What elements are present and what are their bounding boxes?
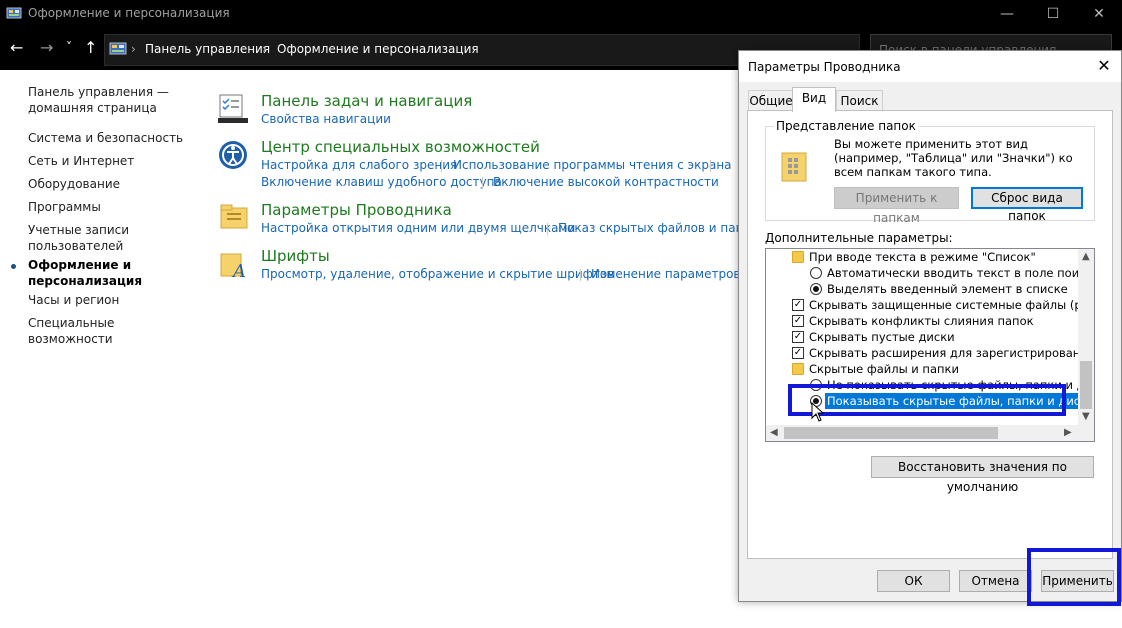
link-high-contrast[interactable]: Включение высокой контрастности (493, 175, 719, 189)
horizontal-scrollbar[interactable]: ◀ ▶ (766, 425, 1094, 441)
link-separator (482, 177, 483, 189)
close-window-button[interactable]: ✕ (1076, 0, 1122, 28)
tab-general[interactable]: Общие (748, 90, 794, 111)
folder-icon (792, 251, 804, 263)
explorer-options-icon (219, 202, 251, 234)
scroll-down-arrow-icon[interactable]: ▼ (1082, 411, 1090, 422)
breadcrumb-separator: › (262, 42, 267, 56)
link-sticky-keys[interactable]: Включение клавиш удобного доступа (261, 175, 502, 189)
checkbox[interactable]: ✓ (792, 331, 804, 343)
link-manage-fonts[interactable]: Просмотр, удаление, отображение и скрыти… (261, 267, 614, 281)
folder-views-legend: Представление папок (774, 119, 918, 133)
sidebar: Панель управления — домашняя страница Си… (0, 70, 200, 628)
checkbox[interactable]: ✓ (792, 299, 804, 311)
apply-to-folders-button[interactable]: Применить к папкам (834, 187, 959, 225)
ok-button[interactable]: ОК (877, 570, 950, 592)
advanced-settings-label: Дополнительные параметры: (765, 231, 953, 245)
sidebar-item-hardware[interactable]: Оборудование (28, 176, 198, 192)
history-dropdown-icon[interactable]: ˅ (66, 40, 72, 54)
link-click-options[interactable]: Настройка открытия одним или двумя щелчк… (261, 221, 575, 235)
taskbar-icon (217, 92, 249, 124)
folder-views-description: Вы можете применить этот вид (например, … (834, 137, 1073, 179)
scroll-thumb[interactable] (1080, 361, 1092, 409)
sidebar-item-accounts[interactable]: Учетные записи пользователей (28, 222, 148, 254)
checkbox[interactable]: ✓ (792, 315, 804, 327)
fonts-icon: A (219, 250, 251, 282)
category-title-fonts[interactable]: Шрифты (261, 247, 330, 265)
breadcrumb-control-panel[interactable]: Панель управления (145, 42, 270, 56)
sidebar-item-accessibility[interactable]: Специальные возможности (28, 315, 198, 347)
maximize-button[interactable]: ☐ (1030, 0, 1076, 28)
forward-arrow-icon[interactable]: → (40, 38, 53, 57)
sidebar-item-home[interactable]: Панель управления — домашняя страница (28, 84, 198, 116)
dialog-title: Параметры Проводника (748, 60, 901, 74)
vertical-scrollbar[interactable]: ▲ ▼ (1078, 249, 1094, 425)
tab-view[interactable]: Вид (792, 87, 836, 112)
mouse-cursor-icon (811, 401, 825, 422)
reset-folders-button[interactable]: Сброс вида папок (971, 187, 1083, 223)
ease-of-access-icon (217, 139, 249, 171)
sidebar-item-programs[interactable]: Программы (28, 199, 198, 215)
link-show-hidden-files[interactable]: Показ скрытых файлов и папок (558, 221, 758, 235)
radio-button[interactable] (810, 283, 822, 295)
up-arrow-icon[interactable]: ↑ (84, 38, 97, 57)
category-title-ease-of-access[interactable]: Центр специальных возможностей (261, 138, 540, 156)
breadcrumb-appearance[interactable]: Оформление и персонализация (277, 42, 479, 56)
link-separator (441, 160, 442, 172)
cancel-button[interactable]: Отмена (959, 570, 1032, 592)
sidebar-item-security[interactable]: Система и безопасность (28, 130, 198, 146)
scroll-left-arrow-icon[interactable]: ◀ (770, 427, 778, 438)
control-panel-icon (6, 6, 22, 21)
link-screen-reader[interactable]: Использование программы чтения с экрана (453, 158, 732, 172)
link-low-vision[interactable]: Настройка для слабого зрения (261, 158, 457, 172)
link-separator (547, 223, 548, 235)
scroll-thumb[interactable] (784, 427, 998, 439)
link-separator (710, 160, 711, 172)
control-panel-icon (109, 41, 127, 57)
window-title: Оформление и персонализация (28, 6, 230, 20)
folder-icon (792, 363, 804, 375)
sidebar-item-network[interactable]: Сеть и Интернет (28, 153, 198, 169)
back-arrow-icon[interactable]: ← (10, 38, 23, 57)
dialog-close-button[interactable]: ✕ (1093, 55, 1115, 77)
category-title-explorer-options[interactable]: Параметры Проводника (261, 201, 452, 219)
scroll-up-arrow-icon[interactable]: ▲ (1082, 251, 1090, 262)
dialog-titlebar: Параметры Проводника ✕ (739, 51, 1121, 82)
window-titlebar: Оформление и персонализация — ☐ ✕ (0, 0, 1122, 28)
folder-views-group: Представление папок Вы можете применить … (765, 119, 1095, 225)
radio-button[interactable] (810, 267, 822, 279)
highlight-show-hidden-option (788, 384, 1066, 416)
minimize-button[interactable]: — (984, 0, 1030, 28)
sidebar-item-clock-region[interactable]: Часы и регион (28, 292, 198, 308)
highlight-apply-button (1027, 548, 1121, 606)
folder-options-dialog: Параметры Проводника ✕ Общие Вид Поиск П… (738, 50, 1122, 602)
breadcrumb-separator: › (131, 42, 136, 56)
sidebar-item-appearance[interactable]: Оформление и персонализация (28, 257, 148, 289)
checkbox[interactable]: ✓ (792, 347, 804, 359)
tab-panel-view: Представление папок Вы можете применить … (747, 110, 1113, 559)
tab-search[interactable]: Поиск (836, 90, 883, 111)
scroll-right-arrow-icon[interactable]: ▶ (1064, 427, 1072, 438)
active-indicator (11, 264, 16, 269)
link-separator (580, 269, 581, 281)
restore-defaults-button[interactable]: Восстановить значения по умолчанию (871, 456, 1094, 494)
link-font-settings[interactable]: Изменение параметров шриф (591, 267, 738, 281)
folder-view-icon (781, 149, 809, 183)
category-title-taskbar[interactable]: Панель задач и навигация (261, 92, 472, 110)
link-navigation-properties[interactable]: Свойства навигации (261, 112, 391, 126)
svg-text:A: A (231, 261, 246, 280)
